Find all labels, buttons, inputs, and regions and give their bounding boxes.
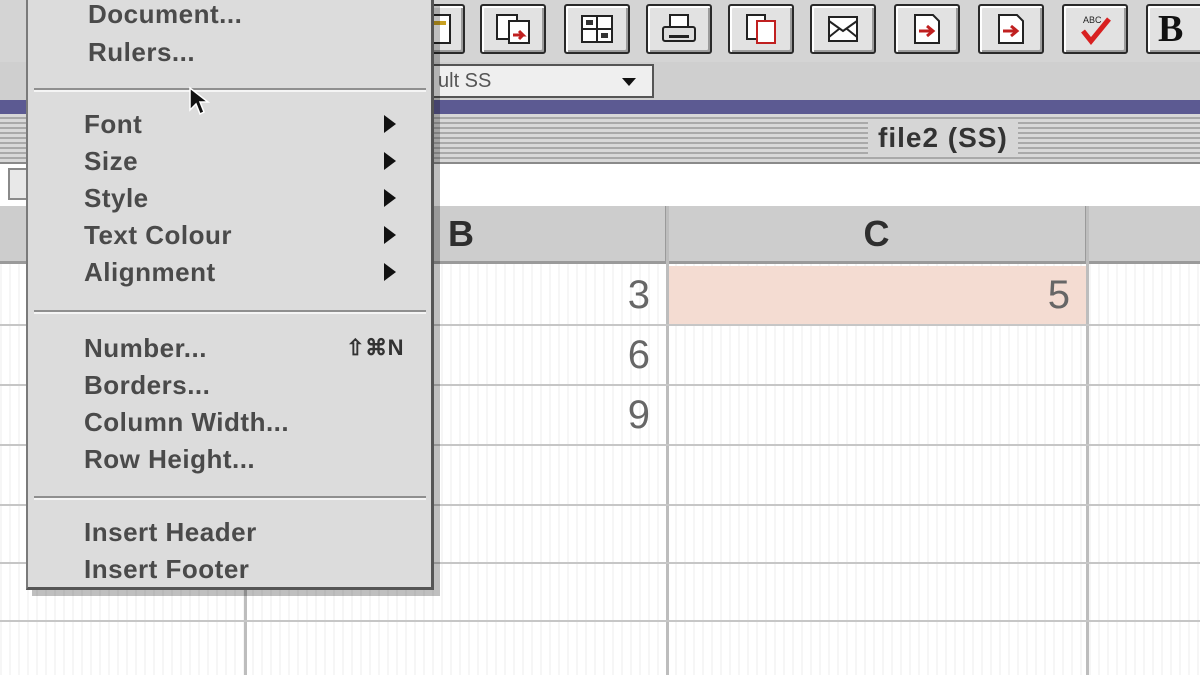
menu-item-label: Row Height... (84, 444, 256, 474)
menu-item-label: Text Colour (84, 220, 233, 250)
spellcheck-icon: ABC (1081, 15, 1111, 45)
menu-item-column-width[interactable]: Column Width... (84, 404, 424, 440)
submenu-arrow-icon (384, 152, 396, 170)
menu-item-size[interactable]: Size (84, 143, 424, 179)
toolbar-button-7[interactable] (978, 4, 1044, 54)
toolbar-button-8[interactable]: ABC (1062, 4, 1128, 54)
window-title: file2 (SS) (868, 120, 1018, 156)
menu-separator (34, 310, 426, 314)
submenu-arrow-icon (384, 189, 396, 207)
envelope-icon (828, 16, 858, 42)
column-header-b-label: B (448, 213, 474, 254)
menu-item-label: Borders... (84, 370, 211, 400)
chevron-down-icon (622, 78, 636, 86)
menu-item-label: Number... (84, 333, 207, 363)
submenu-arrow-icon (384, 115, 396, 133)
svg-text:ABC: ABC (1083, 15, 1102, 25)
toolbar-button-2[interactable] (564, 4, 630, 54)
menu-item-number[interactable]: Number... ⇧⌘N (84, 330, 424, 366)
toolbar-button-4[interactable] (728, 4, 794, 54)
menu-item-label: Alignment (84, 257, 216, 287)
style-select-value: ult SS (438, 70, 492, 92)
menu-item-borders[interactable]: Borders... (84, 367, 424, 403)
cell-c1[interactable]: 5 (669, 266, 1086, 324)
submenu-arrow-icon (384, 226, 396, 244)
menu-item-rulers[interactable]: Rulers... (88, 34, 428, 70)
cell-b1[interactable]: 3 (440, 266, 666, 324)
toolbar-button-3[interactable] (646, 4, 712, 54)
submenu-arrow-icon (384, 263, 396, 281)
cell-b2[interactable]: 6 (440, 326, 666, 384)
column-header-d[interactable] (1088, 206, 1200, 264)
menu-item-label: Style (84, 183, 149, 213)
menu-item-font[interactable]: Font (84, 106, 424, 142)
menu-item-insert-footer[interactable]: Insert Footer (84, 551, 424, 587)
cell-b3[interactable]: 9 (440, 386, 666, 444)
menu-separator (34, 496, 426, 500)
page-arrow-icon (998, 14, 1024, 44)
menu-shortcut: ⇧⌘N (346, 335, 404, 360)
bold-label: B (1158, 8, 1184, 50)
menu-item-label: Rulers... (88, 37, 196, 67)
merge-icon (496, 14, 530, 44)
page-arrow-icon (914, 14, 940, 44)
menu-item-text-colour[interactable]: Text Colour (84, 217, 424, 253)
menu-separator (34, 88, 426, 92)
menu-item-label: Font (84, 109, 143, 139)
menu-item-label: Document... (88, 0, 243, 29)
menu-item-label: Column Width... (84, 407, 290, 437)
menu-item-document[interactable]: Document... (88, 0, 428, 32)
menu-item-insert-header[interactable]: Insert Header (84, 514, 424, 550)
column-header-c[interactable]: C (668, 206, 1088, 264)
menu-item-style[interactable]: Style (84, 180, 424, 216)
menu-item-label: Insert Header (84, 517, 257, 547)
menu-item-alignment[interactable]: Alignment (84, 254, 424, 290)
toolbar-button-1[interactable] (480, 4, 546, 54)
menu-item-row-height[interactable]: Row Height... (84, 441, 424, 477)
gridline (1086, 206, 1089, 675)
menu-item-label: Size (84, 146, 139, 176)
toolbar-button-5[interactable] (810, 4, 876, 54)
column-header-c-label: C (863, 213, 890, 254)
format-menu: Document... Rulers... Font Size Style Te… (26, 0, 434, 590)
toolbar-button-6[interactable] (894, 4, 960, 54)
mouse-cursor-icon (189, 86, 210, 116)
gridline (0, 620, 1200, 622)
grid-icon (581, 15, 613, 43)
bold-button[interactable]: B (1146, 4, 1200, 54)
copy-icon (746, 14, 776, 44)
print-icon (662, 14, 696, 42)
menu-item-label: Insert Footer (84, 554, 250, 584)
